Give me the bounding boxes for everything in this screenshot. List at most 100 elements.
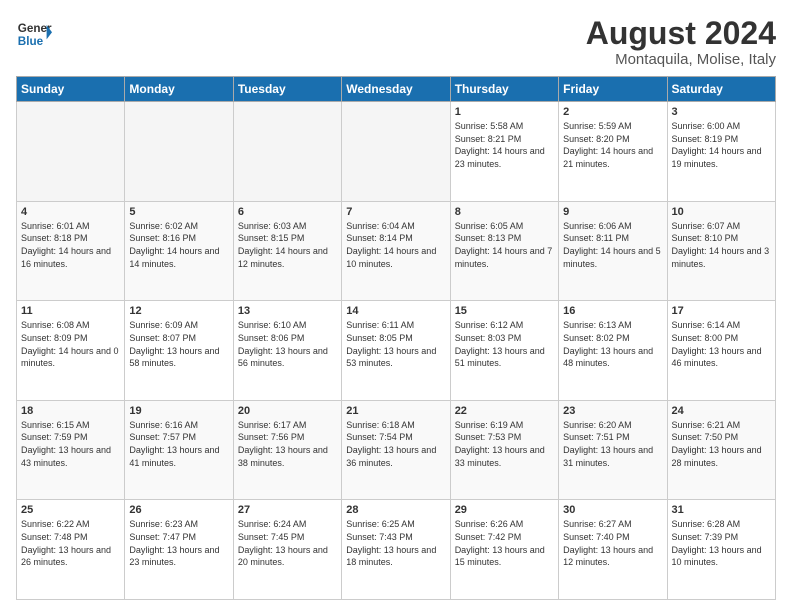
calendar-cell: 29Sunrise: 6:26 AM Sunset: 7:42 PM Dayli… <box>450 500 558 600</box>
calendar-cell: 18 Sunrise: 6:15 AM Sunset: 7:59 PM Dayli… <box>17 400 125 500</box>
day-number: 3 <box>672 106 771 118</box>
day-number: 26 <box>129 504 228 516</box>
day-number: 18 <box>21 405 120 417</box>
day-number: 10 <box>672 206 771 218</box>
calendar-week-3: 11Sunrise: 6:08 AM Sunset: 8:09 PM Dayli… <box>17 301 776 401</box>
page: General Blue August 2024 Montaquila, Mol… <box>0 0 792 612</box>
day-number: 24 <box>672 405 771 417</box>
day-number: 16 <box>563 305 662 317</box>
day-number: 1 <box>455 106 554 118</box>
calendar-week-1: 1 Sunrise: 5:58 AM Sunset: 8:21 PM Daylig… <box>17 102 776 202</box>
day-number: 25 <box>21 504 120 516</box>
header: General Blue August 2024 Montaquila, Mol… <box>16 16 776 68</box>
day-info: Sunrise: 6:12 AM Sunset: 8:03 PM Dayligh… <box>455 319 554 369</box>
calendar-cell <box>17 102 125 202</box>
day-info: Sunrise: 6:17 AM Sunset: 7:56 PM Dayligh… <box>238 419 337 469</box>
day-info: Sunrise: 6:23 AM Sunset: 7:47 PM Dayligh… <box>129 518 228 568</box>
location: Montaquila, Molise, Italy <box>586 51 776 68</box>
day-number: 28 <box>346 504 445 516</box>
calendar-cell: 13Sunrise: 6:10 AM Sunset: 8:06 PM Dayli… <box>233 301 341 401</box>
header-wednesday: Wednesday <box>342 77 450 102</box>
day-info: Sunrise: 6:03 AM Sunset: 8:15 PM Dayligh… <box>238 220 337 270</box>
calendar-cell: 4Sunrise: 6:01 AM Sunset: 8:18 PM Daylig… <box>17 201 125 301</box>
day-info: Sunrise: 6:27 AM Sunset: 7:40 PM Dayligh… <box>563 518 662 568</box>
day-number: 7 <box>346 206 445 218</box>
calendar-cell: 23 Sunrise: 6:20 AM Sunset: 7:51 PM Dayli… <box>559 400 667 500</box>
calendar-cell: 22 Sunrise: 6:19 AM Sunset: 7:53 PM Dayli… <box>450 400 558 500</box>
day-number: 4 <box>21 206 120 218</box>
calendar-cell: 3 Sunrise: 6:00 AM Sunset: 8:19 PM Daylig… <box>667 102 775 202</box>
day-number: 5 <box>129 206 228 218</box>
month-year: August 2024 <box>586 16 776 51</box>
calendar-cell: 31 Sunrise: 6:28 AM Sunset: 7:39 PM Dayli… <box>667 500 775 600</box>
calendar-cell <box>342 102 450 202</box>
day-info: Sunrise: 6:15 AM Sunset: 7:59 PM Dayligh… <box>21 419 120 469</box>
day-info: Sunrise: 5:59 AM Sunset: 8:20 PM Dayligh… <box>563 120 662 170</box>
day-info: Sunrise: 6:16 AM Sunset: 7:57 PM Dayligh… <box>129 419 228 469</box>
day-info: Sunrise: 6:26 AM Sunset: 7:42 PM Dayligh… <box>455 518 554 568</box>
day-info: Sunrise: 6:05 AM Sunset: 8:13 PM Dayligh… <box>455 220 554 270</box>
calendar-cell: 25 Sunrise: 6:22 AM Sunset: 7:48 PM Dayli… <box>17 500 125 600</box>
header-friday: Friday <box>559 77 667 102</box>
calendar-cell: 8 Sunrise: 6:05 AM Sunset: 8:13 PM Daylig… <box>450 201 558 301</box>
day-number: 27 <box>238 504 337 516</box>
day-info: Sunrise: 6:11 AM Sunset: 8:05 PM Dayligh… <box>346 319 445 369</box>
calendar-cell: 9 Sunrise: 6:06 AM Sunset: 8:11 PM Daylig… <box>559 201 667 301</box>
day-number: 15 <box>455 305 554 317</box>
day-number: 23 <box>563 405 662 417</box>
day-info: Sunrise: 6:07 AM Sunset: 8:10 PM Dayligh… <box>672 220 771 270</box>
calendar-cell: 1 Sunrise: 5:58 AM Sunset: 8:21 PM Daylig… <box>450 102 558 202</box>
day-info: Sunrise: 6:06 AM Sunset: 8:11 PM Dayligh… <box>563 220 662 270</box>
day-number: 2 <box>563 106 662 118</box>
logo-icon: General Blue <box>16 16 52 52</box>
calendar-cell <box>233 102 341 202</box>
day-info: Sunrise: 6:21 AM Sunset: 7:50 PM Dayligh… <box>672 419 771 469</box>
day-info: Sunrise: 6:14 AM Sunset: 8:00 PM Dayligh… <box>672 319 771 369</box>
day-number: 19 <box>129 405 228 417</box>
calendar-week-2: 4Sunrise: 6:01 AM Sunset: 8:18 PM Daylig… <box>17 201 776 301</box>
day-info: Sunrise: 6:04 AM Sunset: 8:14 PM Dayligh… <box>346 220 445 270</box>
day-number: 21 <box>346 405 445 417</box>
day-info: Sunrise: 5:58 AM Sunset: 8:21 PM Dayligh… <box>455 120 554 170</box>
day-info: Sunrise: 6:00 AM Sunset: 8:19 PM Dayligh… <box>672 120 771 170</box>
header-tuesday: Tuesday <box>233 77 341 102</box>
calendar-cell: 10 Sunrise: 6:07 AM Sunset: 8:10 PM Dayli… <box>667 201 775 301</box>
calendar-cell <box>125 102 233 202</box>
calendar-cell: 2 Sunrise: 5:59 AM Sunset: 8:20 PM Daylig… <box>559 102 667 202</box>
calendar-cell: 24 Sunrise: 6:21 AM Sunset: 7:50 PM Dayli… <box>667 400 775 500</box>
day-info: Sunrise: 6:13 AM Sunset: 8:02 PM Dayligh… <box>563 319 662 369</box>
day-number: 13 <box>238 305 337 317</box>
calendar-cell: 30Sunrise: 6:27 AM Sunset: 7:40 PM Dayli… <box>559 500 667 600</box>
day-info: Sunrise: 6:24 AM Sunset: 7:45 PM Dayligh… <box>238 518 337 568</box>
day-number: 22 <box>455 405 554 417</box>
calendar-cell: 17 Sunrise: 6:14 AM Sunset: 8:00 PM Dayli… <box>667 301 775 401</box>
calendar-cell: 26 Sunrise: 6:23 AM Sunset: 7:47 PM Dayli… <box>125 500 233 600</box>
header-sunday: Sunday <box>17 77 125 102</box>
day-number: 11 <box>21 305 120 317</box>
calendar-cell: 14 Sunrise: 6:11 AM Sunset: 8:05 PM Dayli… <box>342 301 450 401</box>
day-number: 8 <box>455 206 554 218</box>
day-number: 14 <box>346 305 445 317</box>
day-number: 9 <box>563 206 662 218</box>
calendar-table: Sunday Monday Tuesday Wednesday Thursday… <box>16 76 776 600</box>
calendar-cell: 11Sunrise: 6:08 AM Sunset: 8:09 PM Dayli… <box>17 301 125 401</box>
calendar-cell: 20Sunrise: 6:17 AM Sunset: 7:56 PM Dayli… <box>233 400 341 500</box>
title-block: August 2024 Montaquila, Molise, Italy <box>586 16 776 68</box>
day-info: Sunrise: 6:09 AM Sunset: 8:07 PM Dayligh… <box>129 319 228 369</box>
day-info: Sunrise: 6:22 AM Sunset: 7:48 PM Dayligh… <box>21 518 120 568</box>
day-info: Sunrise: 6:20 AM Sunset: 7:51 PM Dayligh… <box>563 419 662 469</box>
day-number: 6 <box>238 206 337 218</box>
calendar-cell: 21 Sunrise: 6:18 AM Sunset: 7:54 PM Dayli… <box>342 400 450 500</box>
calendar-cell: 28 Sunrise: 6:25 AM Sunset: 7:43 PM Dayli… <box>342 500 450 600</box>
day-number: 31 <box>672 504 771 516</box>
day-info: Sunrise: 6:19 AM Sunset: 7:53 PM Dayligh… <box>455 419 554 469</box>
day-info: Sunrise: 6:25 AM Sunset: 7:43 PM Dayligh… <box>346 518 445 568</box>
svg-text:Blue: Blue <box>18 35 44 48</box>
day-info: Sunrise: 6:18 AM Sunset: 7:54 PM Dayligh… <box>346 419 445 469</box>
calendar-header-row: Sunday Monday Tuesday Wednesday Thursday… <box>17 77 776 102</box>
calendar-cell: 19 Sunrise: 6:16 AM Sunset: 7:57 PM Dayli… <box>125 400 233 500</box>
calendar-cell: 15 Sunrise: 6:12 AM Sunset: 8:03 PM Dayli… <box>450 301 558 401</box>
header-thursday: Thursday <box>450 77 558 102</box>
day-number: 17 <box>672 305 771 317</box>
day-info: Sunrise: 6:28 AM Sunset: 7:39 PM Dayligh… <box>672 518 771 568</box>
